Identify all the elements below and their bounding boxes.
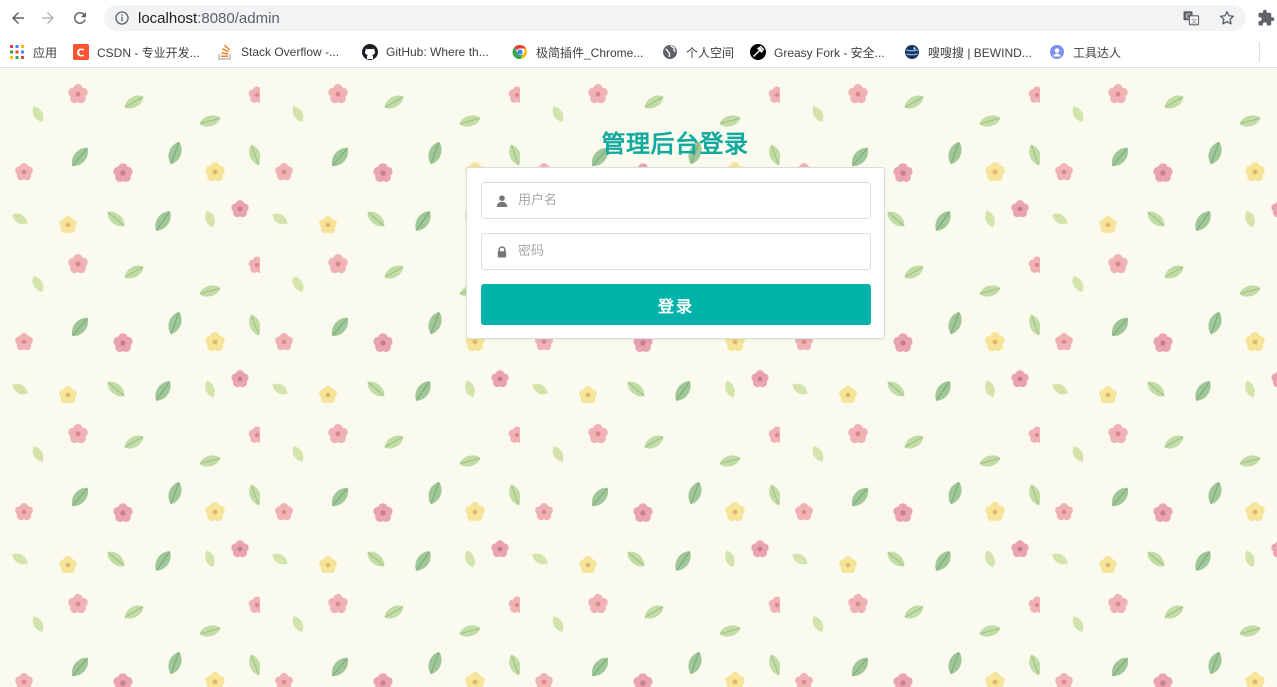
password-field[interactable] [481, 233, 871, 270]
login-button[interactable]: 登录 [481, 284, 871, 325]
bookmarks-bar: 应用 C CSDN - 专业开发... Stack Overflow -... … [0, 36, 1277, 68]
lock-icon [497, 245, 507, 257]
url-text: localhost:8080/admin [138, 10, 280, 27]
reload-icon [73, 11, 86, 24]
bookmark-label: 极简插件_Chrome... [536, 45, 644, 60]
floral-background [0, 69, 1277, 687]
apps-grid-icon [9, 44, 25, 60]
bookmark-stackoverflow[interactable]: Stack Overflow -... [217, 43, 339, 61]
info-icon[interactable] [114, 10, 130, 26]
page-content: 管理后台登录 登录 [0, 69, 1277, 687]
back-button[interactable] [6, 6, 30, 30]
svg-text:C: C [77, 47, 85, 60]
login-form: 登录 [466, 167, 885, 339]
bookmark-apps[interactable]: 应用 [9, 43, 57, 61]
star-icon[interactable] [1218, 9, 1236, 27]
arrow-right-icon [42, 12, 54, 24]
bookmark-chrome-plugins[interactable]: 极简插件_Chrome... [512, 43, 643, 61]
greasyfork-icon [750, 44, 766, 60]
user-icon [496, 194, 508, 207]
address-bar[interactable]: localhost:8080/admin G文 [104, 5, 1246, 31]
url-host: localhost [138, 9, 198, 27]
browser-toolbar: localhost:8080/admin G文 [0, 0, 1277, 36]
bookmark-github[interactable]: GitHub: Where th... [362, 43, 489, 61]
planet-icon [904, 44, 920, 60]
bookmark-label: 个人空间 [686, 45, 735, 60]
username-input[interactable] [518, 193, 858, 208]
tool-icon [1049, 44, 1065, 60]
address-bar-actions: G文 [1182, 9, 1236, 27]
bookmark-label: 嗖嗖搜 | BEWIND... [928, 45, 1032, 60]
bookmarks-separator [1259, 42, 1260, 62]
bookmark-personal-space[interactable]: 个人空间 [662, 43, 734, 61]
reload-button[interactable] [68, 6, 92, 30]
globe-icon [662, 44, 678, 60]
url-path: :8080/admin [197, 9, 280, 27]
svg-text:文: 文 [1191, 17, 1197, 25]
bookmark-label: Stack Overflow -... [241, 45, 340, 59]
page-title: 管理后台登录 [601, 130, 749, 158]
bookmark-label: 工具达人 [1073, 45, 1122, 60]
password-input[interactable] [518, 244, 858, 259]
bookmark-tool-master[interactable]: 工具达人 [1049, 43, 1121, 61]
bookmark-label: CSDN - 专业开发... [97, 45, 200, 60]
bookmark-soso[interactable]: 嗖嗖搜 | BEWIND... [904, 43, 1032, 61]
bookmark-greasyfork[interactable]: Greasy Fork - 安全... [750, 43, 885, 61]
csdn-icon: C [73, 44, 89, 60]
github-icon [362, 44, 378, 60]
puzzle-icon[interactable] [1257, 9, 1275, 27]
bookmark-csdn[interactable]: C CSDN - 专业开发... [73, 43, 200, 61]
bookmark-label: GitHub: Where th... [386, 45, 489, 59]
bookmark-label: 应用 [33, 45, 58, 60]
stackoverflow-icon [217, 44, 233, 60]
arrow-left-icon [12, 12, 24, 24]
username-field[interactable] [481, 182, 871, 219]
translate-icon[interactable]: G文 [1182, 9, 1200, 27]
chrome-icon [512, 44, 528, 60]
forward-button[interactable] [36, 6, 60, 30]
bookmark-label: Greasy Fork - 安全... [774, 45, 885, 60]
